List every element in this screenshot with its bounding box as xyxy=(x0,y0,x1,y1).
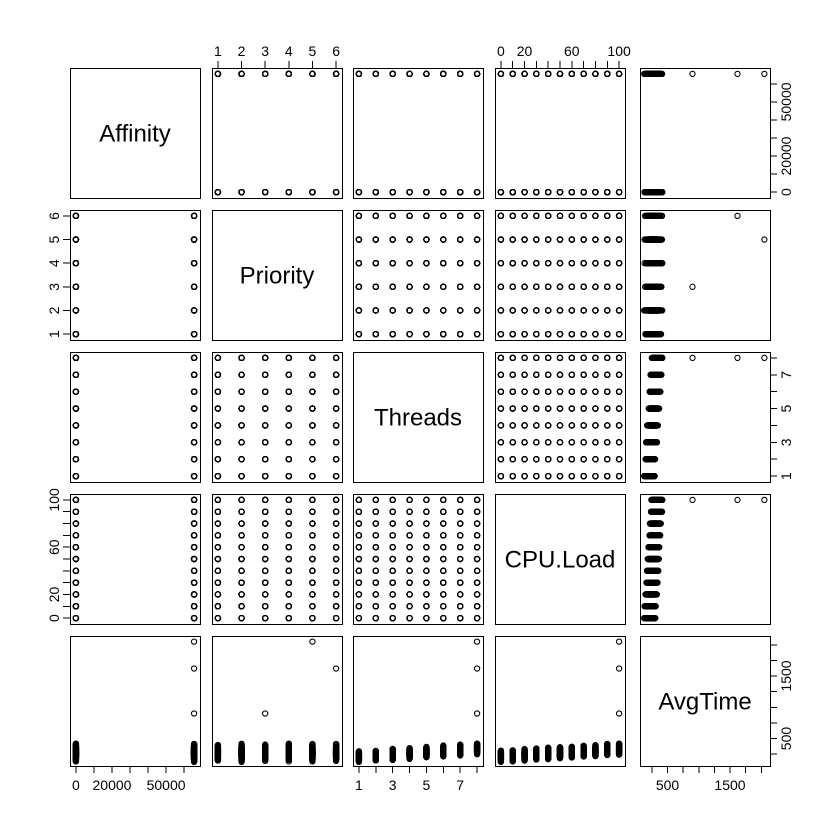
diagonal-variable-label: Affinity xyxy=(99,120,171,147)
panel-frame xyxy=(70,210,201,341)
panel-affinity-vs-threads xyxy=(353,68,484,199)
panel-affinity-vs-priority xyxy=(212,68,343,199)
panel-frame xyxy=(353,68,484,199)
panel-frame xyxy=(495,68,626,199)
pairs-plot-canvas: AffinityPriorityThreadsCPU.LoadAvgTime1 2… xyxy=(0,0,840,840)
panel-affinity-vs-cpu-load xyxy=(495,68,626,199)
panel-affinity-vs-affinity: Affinity xyxy=(70,68,201,199)
panel-affinity-vs-avgtime xyxy=(640,68,771,199)
panel-frame xyxy=(212,68,343,199)
panel-frame xyxy=(640,68,771,199)
panel-priority-vs-affinity xyxy=(70,210,201,341)
scatterplot-matrix-figure: Affinity Priority Threads CPU.Load AvgTime 1 2… xyxy=(0,0,840,840)
